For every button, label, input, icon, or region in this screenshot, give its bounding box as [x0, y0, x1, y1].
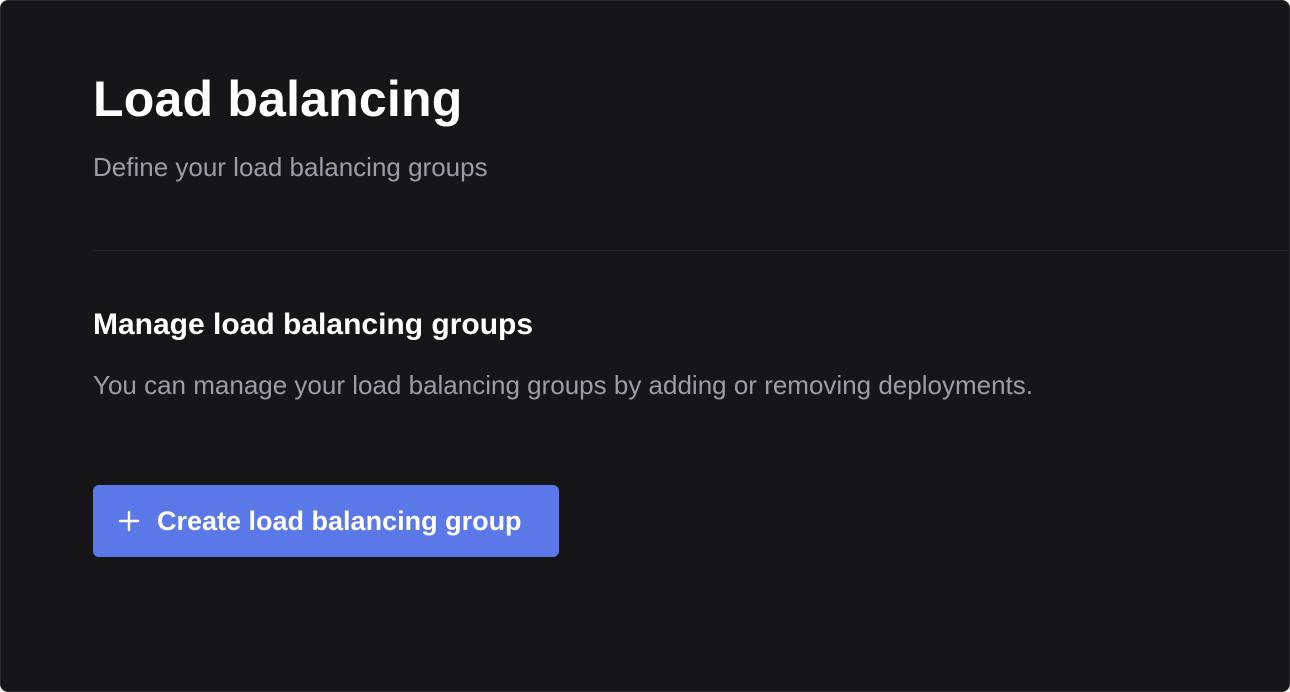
plus-icon [117, 509, 141, 533]
section-title: Manage load balancing groups [93, 308, 534, 341]
create-load-balancing-group-button[interactable]: Create load balancing group [93, 485, 559, 557]
create-button-label: Create load balancing group [157, 506, 522, 536]
section-description: You can manage your load balancing group… [93, 370, 1033, 400]
settings-panel: Load balancing Define your load balancin… [0, 0, 1290, 692]
page-title: Load balancing [93, 71, 463, 127]
section-divider [93, 250, 1289, 251]
page-subtitle: Define your load balancing groups [93, 152, 488, 182]
